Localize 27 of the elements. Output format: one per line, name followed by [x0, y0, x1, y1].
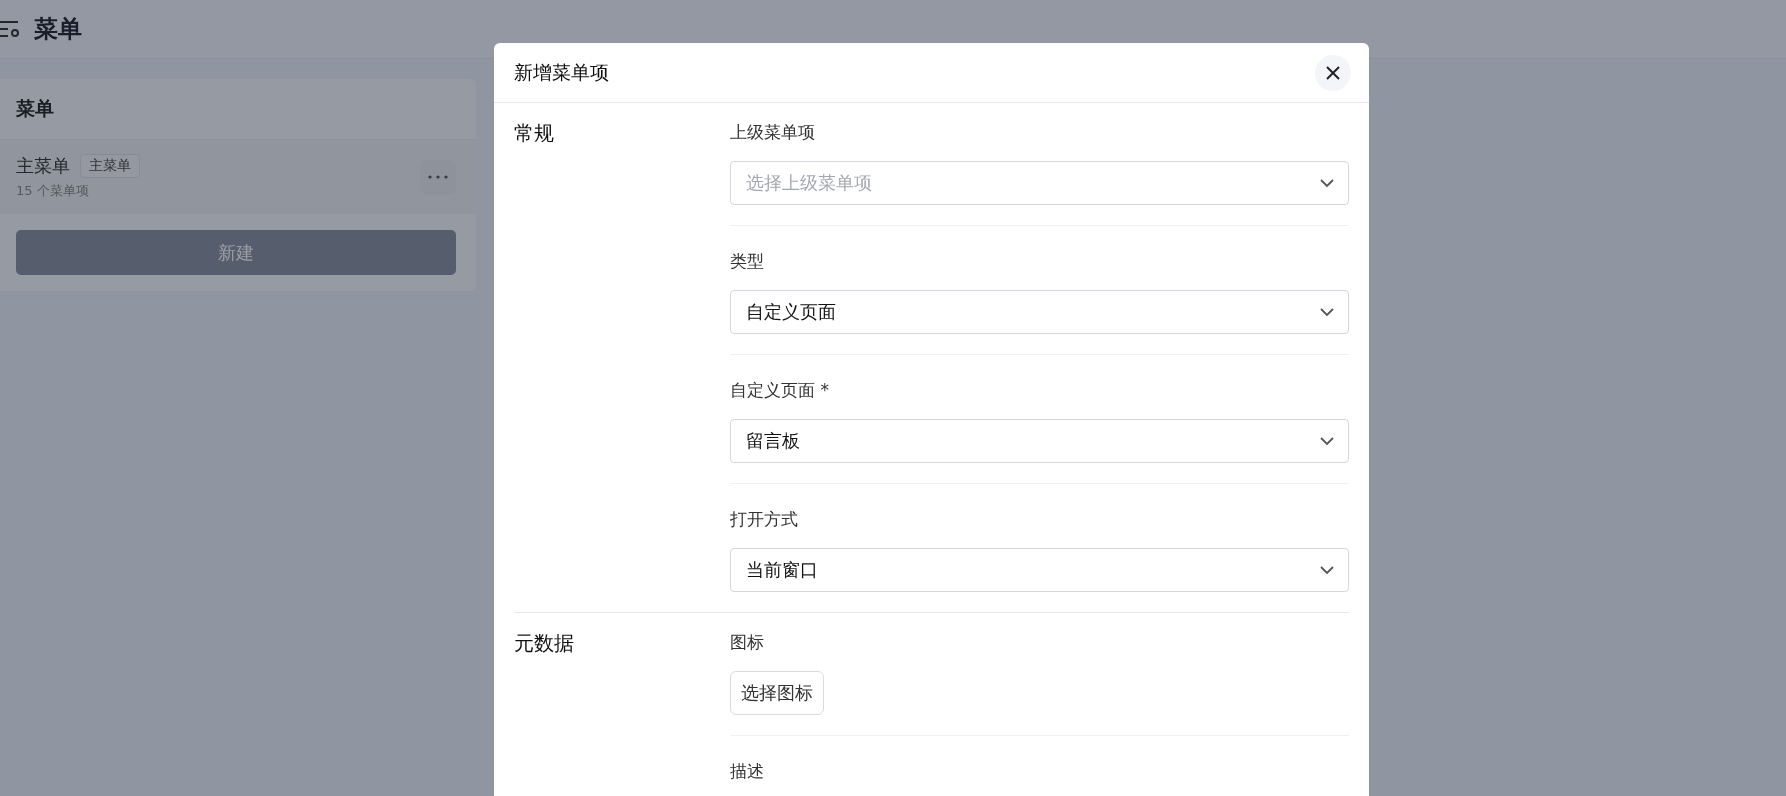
close-button[interactable] [1315, 54, 1351, 91]
choose-icon-button[interactable]: 选择图标 [730, 671, 824, 715]
field-label: 图标 [730, 631, 764, 654]
dialog-title: 新增菜单项 [514, 59, 609, 85]
menu-name: 主菜单 [16, 154, 70, 178]
select-field[interactable]: 留言板 [730, 419, 1349, 463]
field-label: 上级菜单项 [730, 121, 815, 144]
field-label: 自定义页面 * [730, 379, 829, 402]
menu-settings-icon [0, 20, 22, 38]
section-title: 元数据 [514, 630, 575, 657]
field-label: 类型 [730, 250, 764, 273]
chevron-down-icon [1320, 307, 1334, 317]
menu-item-count: 15 个菜单项 [16, 182, 90, 200]
chevron-down-icon [1320, 436, 1334, 446]
more-icon [428, 175, 448, 179]
menu-tag: 主菜单 [80, 154, 140, 178]
field-label: 打开方式 [730, 508, 798, 531]
close-icon [1326, 65, 1340, 80]
card-title: 菜单 [16, 96, 54, 121]
menu-list-item[interactable]: 主菜单 主菜单 15 个菜单项 [0, 140, 476, 214]
field-label: 描述 [730, 760, 764, 783]
chevron-down-icon [1320, 565, 1334, 575]
page-title: 菜单 [34, 14, 82, 45]
select-field[interactable]: 当前窗口 [730, 548, 1349, 592]
select-field[interactable]: 自定义页面 [730, 290, 1349, 334]
chevron-down-icon [1320, 178, 1334, 188]
section-title: 常规 [514, 120, 555, 147]
